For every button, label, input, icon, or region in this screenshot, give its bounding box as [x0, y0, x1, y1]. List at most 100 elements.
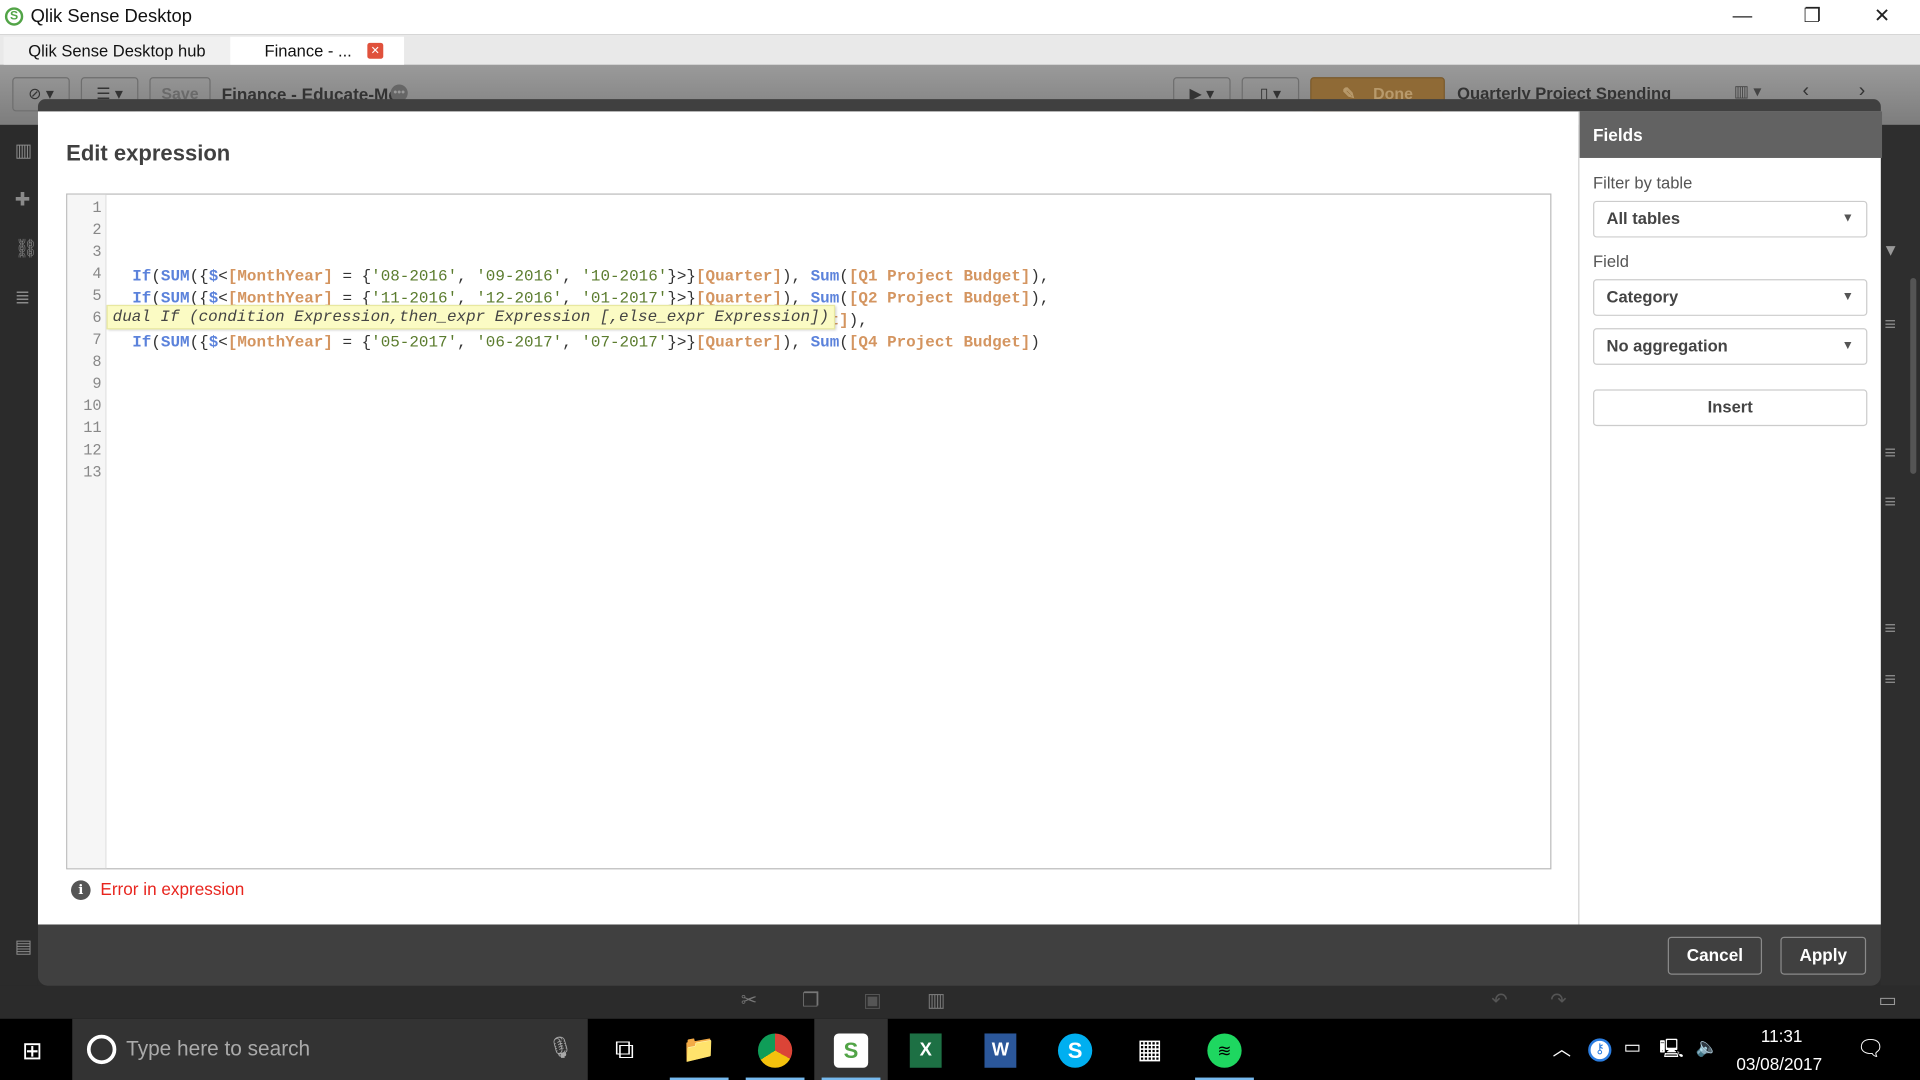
copy-icon[interactable]: ❐ — [802, 988, 820, 1012]
undo-icon[interactable]: ↶ — [1491, 988, 1507, 1012]
task-view-icon[interactable]: ⧉ — [588, 1019, 661, 1080]
close-button[interactable]: ✕ — [1854, 2, 1910, 31]
show-hidden-icons-icon[interactable]: ︿ — [1553, 1036, 1571, 1062]
apply-button[interactable]: Apply — [1780, 936, 1867, 975]
tab-label: Qlik Sense Desktop hub — [28, 41, 206, 61]
tab-hub[interactable]: Qlik Sense Desktop hub — [3, 36, 231, 65]
code-token-op: , — [562, 266, 582, 286]
search-placeholder: Type here to search — [126, 1037, 311, 1061]
code-token-op: ), — [781, 333, 811, 352]
code-token-fn: If — [132, 266, 152, 286]
fields-panel-title: Fields — [1579, 111, 1883, 158]
code-token-fn: If — [132, 333, 152, 352]
calculator-icon[interactable]: ▦ — [1113, 1019, 1186, 1080]
microphone-icon[interactable]: 🎙 — [547, 1036, 573, 1060]
drag-handle-icon[interactable]: ≡ — [1884, 618, 1895, 640]
line-number-gutter: 1 2 3 4 5 6 7 8 9 10 11 12 13 — [67, 194, 107, 869]
volume-icon[interactable]: 🔈 — [1696, 1036, 1719, 1058]
line-number: 6 — [92, 309, 102, 327]
skype-icon[interactable]: S — [1038, 1019, 1111, 1080]
cut-icon[interactable]: ✂ — [741, 988, 757, 1012]
code-token-fn: $ — [208, 266, 219, 286]
clock-time[interactable]: 11:31 — [1761, 1026, 1803, 1046]
spotify-icon[interactable]: ≋ — [1188, 1019, 1261, 1080]
code-token-op: ), — [1030, 288, 1050, 308]
minimize-button[interactable]: — — [1714, 2, 1770, 31]
dropdown-icon[interactable]: ▾ — [1886, 238, 1896, 262]
delete-icon[interactable]: ▥ — [927, 988, 946, 1012]
properties-icon[interactable]: ▤ — [15, 936, 39, 958]
database-icon[interactable]: ≣ — [15, 287, 39, 309]
redo-icon[interactable]: ↷ — [1550, 988, 1566, 1012]
drag-handle-icon[interactable]: ≡ — [1884, 492, 1895, 514]
code-token-op: ( — [839, 288, 849, 308]
chrome-icon[interactable] — [738, 1019, 811, 1080]
aggregation-select[interactable]: No aggregation ▼ — [1593, 328, 1868, 365]
code-token-op: }>} — [667, 266, 696, 286]
expression-editor[interactable]: 1 2 3 4 5 6 7 8 9 10 11 12 13 If(SUM({$<[MonthYear] … — [66, 193, 1552, 870]
windows-taskbar: ⊞ Type here to search 🎙 ⧉ 📁 S X W S ▦ ≋ … — [0, 1018, 1920, 1080]
line-number: 12 — [83, 442, 102, 460]
action-center-icon[interactable]: 🗨 — [1856, 1036, 1884, 1062]
clock-date[interactable]: 03/08/2017 — [1736, 1054, 1822, 1074]
qlik-sense-icon[interactable]: S — [814, 1018, 888, 1080]
title-bar: S Qlik Sense Desktop — ❐ ✕ — [0, 0, 1920, 35]
code-token-fn: SUM — [160, 333, 190, 352]
code-token-str: '07-2017' — [581, 333, 668, 352]
charts-icon[interactable]: ▥ — [15, 140, 39, 162]
code-token-op: , — [562, 333, 582, 352]
panel-toggle-icon[interactable]: ▭ — [1878, 988, 1897, 1012]
file-explorer-icon[interactable]: 📁 — [662, 1019, 735, 1080]
code-token-field: [Q2 Project Budget] — [848, 288, 1031, 308]
extensions-icon[interactable]: ✚ — [15, 189, 39, 211]
bottom-toolbar: ✂ ❐ ▣ ▥ ↶ ↷ ▭ — [0, 985, 1920, 1019]
line-number: 8 — [92, 353, 102, 372]
link-icon[interactable]: ⛓ — [15, 238, 39, 260]
code-token-op: , — [457, 333, 477, 352]
error-text: Error in expression — [100, 879, 245, 899]
code-token-field: [Q4 Project Budget] — [848, 333, 1031, 352]
vpn-key-icon[interactable]: ⚷ — [1588, 1038, 1612, 1062]
code-token-fn: Sum — [810, 266, 840, 286]
code-token-str: '09-2016' — [476, 266, 563, 286]
table-filter-select[interactable]: All tables ▼ — [1593, 200, 1868, 238]
line-number: 10 — [83, 397, 102, 416]
field-value: Category — [1606, 287, 1679, 307]
code-token-fn: SUM — [160, 266, 190, 286]
field-select[interactable]: Category ▼ — [1593, 279, 1868, 316]
drag-handle-icon[interactable]: ≡ — [1884, 315, 1895, 337]
code-token-op: , — [457, 266, 477, 286]
code-token-op: ({ — [189, 333, 209, 352]
code-token-op: ), — [781, 266, 811, 286]
code-token-field: [MonthYear] — [227, 333, 333, 352]
line-number: 3 — [92, 243, 102, 261]
paste-icon[interactable]: ▣ — [863, 988, 882, 1012]
restore-button[interactable]: ❐ — [1784, 2, 1840, 31]
excel-icon[interactable]: X — [889, 1019, 962, 1080]
tab-label: Finance - ... — [264, 41, 352, 61]
taskbar-search[interactable]: Type here to search 🎙 — [72, 1018, 588, 1080]
code-token-str: '10-2016' — [581, 266, 668, 286]
word-icon[interactable]: W — [964, 1019, 1037, 1080]
cancel-button[interactable]: Cancel — [1667, 936, 1763, 975]
insert-button[interactable]: Insert — [1593, 389, 1868, 427]
code-token-op: }>} — [667, 333, 696, 352]
network-icon[interactable]: 🖳 — [1659, 1036, 1684, 1067]
tab-finance[interactable]: Finance - ... ✕ — [230, 36, 405, 65]
drag-handle-icon[interactable]: ≡ — [1884, 443, 1895, 465]
aggregation-value: No aggregation — [1606, 336, 1728, 356]
close-tab-icon[interactable]: ✕ — [367, 42, 384, 59]
info-icon: i — [71, 880, 91, 901]
fields-panel: Fields Filter by table All tables ▼ Field… — [1578, 111, 1883, 925]
filter-by-table-label: Filter by table — [1593, 173, 1693, 193]
code-token-str: '05-2017' — [371, 333, 458, 352]
line-number: 5 — [92, 287, 102, 305]
table-filter-value: All tables — [1606, 209, 1681, 228]
drag-handle-icon[interactable]: ≡ — [1884, 670, 1895, 692]
line-number: 4 — [92, 265, 102, 283]
caret-down-icon: ▼ — [1841, 339, 1854, 353]
code-token-op: < — [218, 266, 228, 286]
windows-start-icon[interactable]: ⊞ — [22, 1036, 43, 1067]
scrollbar[interactable] — [1910, 277, 1917, 474]
battery-icon[interactable]: ▭ — [1624, 1036, 1641, 1058]
